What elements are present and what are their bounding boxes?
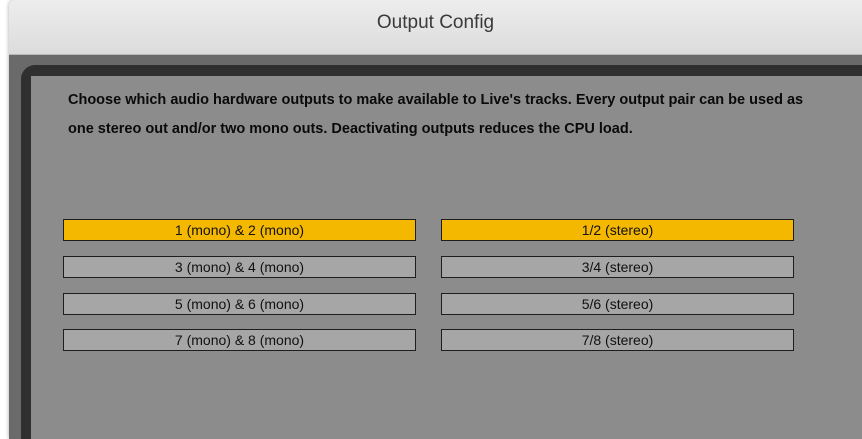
output-1-2-mono-toggle[interactable]: 1 (mono) & 2 (mono) — [63, 219, 416, 241]
output-7-8-mono-toggle[interactable]: 7 (mono) & 8 (mono) — [63, 329, 416, 351]
output-3-4-mono-toggle[interactable]: 3 (mono) & 4 (mono) — [63, 256, 416, 278]
output-5-6-mono-toggle[interactable]: 5 (mono) & 6 (mono) — [63, 293, 416, 315]
output-1-2-stereo-toggle[interactable]: 1/2 (stereo) — [441, 219, 794, 241]
output-config-window: Output Config Choose which audio hardwar… — [9, 0, 862, 439]
window-title: Output Config — [376, 12, 495, 33]
title-bar[interactable]: Output Config — [9, 0, 862, 55]
output-3-4-stereo-toggle[interactable]: 3/4 (stereo) — [441, 256, 794, 278]
window-frame: Choose which audio hardware outputs to m… — [9, 55, 862, 439]
content-panel: Choose which audio hardware outputs to m… — [31, 76, 862, 439]
output-7-8-stereo-toggle[interactable]: 7/8 (stereo) — [441, 329, 794, 351]
description-text: Choose which audio hardware outputs to m… — [68, 92, 804, 137]
output-5-6-stereo-toggle[interactable]: 5/6 (stereo) — [441, 293, 794, 315]
